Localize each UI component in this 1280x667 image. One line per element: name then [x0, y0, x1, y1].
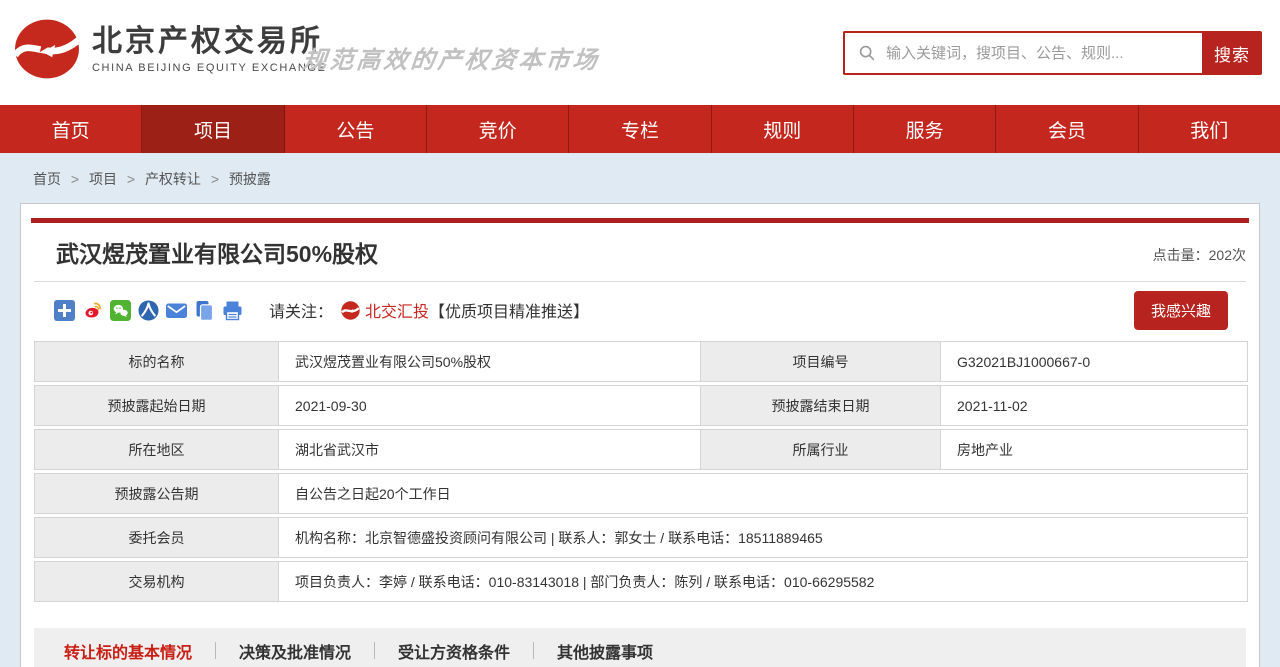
tab-other-disclosure[interactable]: 其他披露事项: [557, 639, 653, 663]
row-value: 机构名称：北京智德盛投资顾问有限公司 | 联系人：郭女士 / 联系电话：1851…: [279, 517, 1248, 558]
nav-item-about[interactable]: 我们: [1139, 105, 1280, 153]
follow-us: 请关注： 北交汇投 【优质项目精准推送】: [269, 298, 589, 322]
tab-transferee-qualifications[interactable]: 受让方资格条件: [398, 639, 510, 663]
nav-item-projects[interactable]: 项目: [142, 105, 284, 153]
row-value: 自公告之日起20个工作日: [279, 473, 1248, 514]
nav-item-columns[interactable]: 专栏: [569, 105, 711, 153]
bjex-logo-icon: [14, 16, 80, 82]
breadcrumb-pre-disclosure: 预披露: [229, 171, 271, 187]
mail-icon[interactable]: [166, 300, 187, 321]
logo-subtitle: CHINA BEIJING EQUITY EXCHANGE: [92, 62, 326, 74]
nav-item-announcements[interactable]: 公告: [285, 105, 427, 153]
breadcrumb-separator: >: [127, 171, 135, 187]
table-row: 交易机构 项目负责人：李婷 / 联系电话：010-83143018 | 部门负责…: [34, 561, 1248, 602]
row-value: G32021BJ1000667-0: [941, 341, 1248, 382]
follow-label: 请关注：: [269, 298, 333, 322]
row-value: 湖北省武汉市: [279, 429, 701, 470]
share-plus-icon[interactable]: [54, 300, 75, 321]
row-value: 2021-09-30: [279, 385, 701, 426]
print-icon[interactable]: [222, 300, 243, 321]
site-header: 北京产权交易所 CHINA BEIJING EQUITY EXCHANGE 规范…: [0, 0, 1280, 105]
search-box: [843, 31, 1202, 75]
weibo-icon[interactable]: [82, 300, 103, 321]
hit-count: 点击量：202次: [1153, 245, 1246, 269]
people-weibo-icon[interactable]: [138, 300, 159, 321]
follow-promo: 【优质项目精准推送】: [429, 298, 589, 322]
search-input[interactable]: [876, 45, 1202, 62]
tab-separator: [374, 642, 375, 659]
table-row: 预披露起始日期 2021-09-30 预披露结束日期 2021-11-02: [34, 385, 1248, 426]
tab-separator: [215, 642, 216, 659]
logo-title: 北京产权交易所: [92, 25, 326, 59]
breadcrumb-projects[interactable]: 项目: [89, 171, 117, 187]
brand-link[interactable]: 北交汇投: [365, 298, 429, 322]
row-value: 房地产业: [941, 429, 1248, 470]
row-label: 交易机构: [34, 561, 279, 602]
breadcrumb-equity-transfer[interactable]: 产权转让: [145, 171, 201, 187]
row-label: 项目编号: [701, 341, 941, 382]
project-info-table: 标的名称 武汉煜茂置业有限公司50%股权 项目编号 G32021BJ100066…: [34, 338, 1248, 605]
tab-basic-info[interactable]: 转让标的基本情况: [64, 639, 192, 663]
page-title: 武汉煜茂置业有限公司50%股权: [56, 235, 378, 269]
interested-button[interactable]: 我感兴趣: [1134, 291, 1228, 330]
row-label: 委托会员: [34, 517, 279, 558]
bjex-mini-logo-icon: [341, 301, 360, 320]
table-row: 标的名称 武汉煜茂置业有限公司50%股权 项目编号 G32021BJ100066…: [34, 341, 1248, 382]
breadcrumb-separator: >: [71, 171, 79, 187]
tab-separator: [533, 642, 534, 659]
project-detail-card: 武汉煜茂置业有限公司50%股权 点击量：202次: [20, 203, 1260, 667]
row-label: 预披露起始日期: [34, 385, 279, 426]
search-widget: 搜索: [843, 31, 1262, 75]
title-row: 武汉煜茂置业有限公司50%股权 点击量：202次: [34, 223, 1246, 282]
row-label: 所属行业: [701, 429, 941, 470]
nav-item-bidding[interactable]: 竞价: [427, 105, 569, 153]
search-icon: [858, 44, 876, 62]
main-nav: 首页 项目 公告 竞价 专栏 规则 服务 会员 我们: [0, 105, 1280, 153]
table-row: 预披露公告期 自公告之日起20个工作日: [34, 473, 1248, 514]
row-label: 标的名称: [34, 341, 279, 382]
row-label: 预披露结束日期: [701, 385, 941, 426]
copy-icon[interactable]: [194, 300, 215, 321]
row-value: 武汉煜茂置业有限公司50%股权: [279, 341, 701, 382]
breadcrumb-home[interactable]: 首页: [33, 171, 61, 187]
tab-decision-approval[interactable]: 决策及批准情况: [239, 639, 351, 663]
table-row: 所在地区 湖北省武汉市 所属行业 房地产业: [34, 429, 1248, 470]
wechat-icon[interactable]: [110, 300, 131, 321]
nav-item-rules[interactable]: 规则: [712, 105, 854, 153]
table-row: 委托会员 机构名称：北京智德盛投资顾问有限公司 | 联系人：郭女士 / 联系电话…: [34, 517, 1248, 558]
detail-tabs: 转让标的基本情况 决策及批准情况 受让方资格条件 其他披露事项: [34, 628, 1246, 667]
nav-item-services[interactable]: 服务: [854, 105, 996, 153]
logo-text: 北京产权交易所 CHINA BEIJING EQUITY EXCHANGE: [92, 25, 326, 74]
share-icons: [54, 300, 243, 321]
slogan: 规范高效的产权资本市场: [301, 40, 602, 75]
share-row: 请关注： 北交汇投 【优质项目精准推送】 我感兴趣: [34, 296, 1246, 324]
nav-item-members[interactable]: 会员: [996, 105, 1138, 153]
breadcrumb-separator: >: [211, 171, 219, 187]
search-button[interactable]: 搜索: [1202, 31, 1262, 75]
row-value: 2021-11-02: [941, 385, 1248, 426]
site-logo[interactable]: 北京产权交易所 CHINA BEIJING EQUITY EXCHANGE: [14, 16, 326, 82]
row-label: 预披露公告期: [34, 473, 279, 514]
nav-item-home[interactable]: 首页: [0, 105, 142, 153]
row-label: 所在地区: [34, 429, 279, 470]
breadcrumb: 首页 > 项目 > 产权转让 > 预披露: [0, 153, 1280, 203]
row-value: 项目负责人：李婷 / 联系电话：010-83143018 | 部门负责人：陈列 …: [279, 561, 1248, 602]
